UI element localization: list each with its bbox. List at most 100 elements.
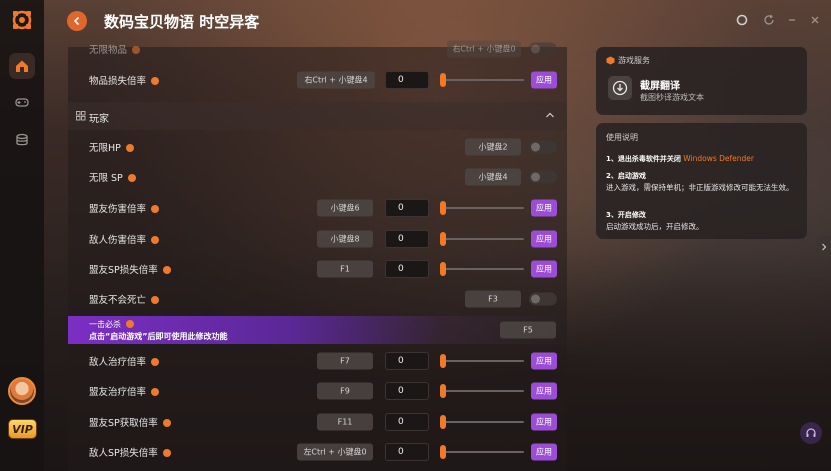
value-slider[interactable] xyxy=(440,445,524,459)
info-icon[interactable] xyxy=(151,235,160,244)
service-description: 截图秒译游戏文本 xyxy=(640,93,704,102)
data-nav-button[interactable] xyxy=(9,127,35,153)
chevron-right-icon xyxy=(821,243,826,251)
hotkey-badge: 小键盘6 xyxy=(317,199,373,217)
home-nav-button[interactable] xyxy=(9,53,35,79)
back-button[interactable] xyxy=(67,11,87,31)
value-slider[interactable] xyxy=(440,415,524,429)
value-slider[interactable] xyxy=(440,201,524,215)
service-name[interactable]: 截屏翻译 xyxy=(640,77,680,92)
instructions-header: 使用说明 xyxy=(606,133,638,142)
apply-button[interactable]: 应用 xyxy=(531,352,557,370)
close-icon xyxy=(811,16,819,24)
list-item: 盟友治疗倍率 F9 0 应用 xyxy=(68,376,567,406)
close-button[interactable] xyxy=(808,13,822,27)
refresh-button[interactable] xyxy=(762,13,776,27)
logo-icon[interactable] xyxy=(11,9,33,31)
arrow-left-icon xyxy=(73,16,80,26)
value-input[interactable]: 0 xyxy=(385,352,429,370)
info-icon[interactable] xyxy=(151,357,160,366)
list-item: 敌人SP损失倍率 左Ctrl + 小键盘0 0 应用 xyxy=(68,437,567,467)
option-label: 盟友SP损失倍率 xyxy=(89,265,158,276)
hotkey-badge: 右Ctrl + 小键盘4 xyxy=(297,71,375,89)
value-slider[interactable] xyxy=(440,232,524,246)
grid-icon xyxy=(76,111,86,121)
hotkey-badge: 左Ctrl + 小键盘0 xyxy=(297,443,373,461)
hotkey-badge: F5 xyxy=(500,321,556,339)
option-label: 盟友SP获取倍率 xyxy=(89,418,158,429)
list-item: 盟友SP获取倍率 F11 0 应用 xyxy=(68,407,567,437)
info-icon[interactable] xyxy=(151,295,160,304)
hotkey-badge: 小键盘2 xyxy=(465,138,521,156)
value-input[interactable]: 0 xyxy=(385,71,429,89)
option-label: 盟友治疗倍率 xyxy=(89,387,147,398)
hotkey-badge: F11 xyxy=(317,413,373,431)
option-label: 无限物品 xyxy=(89,45,128,56)
instruction-step-2: 2、启动游戏 进入游戏，需保持单机；非正版游戏修改可能无法生效。 xyxy=(606,172,794,192)
value-input[interactable]: 0 xyxy=(385,443,429,461)
settings-button[interactable] xyxy=(735,13,749,27)
chevron-up-icon[interactable] xyxy=(545,111,555,119)
apply-button[interactable]: 应用 xyxy=(531,71,557,89)
value-input[interactable]: 0 xyxy=(385,260,429,278)
vip-badge[interactable]: VIP xyxy=(8,419,37,439)
value-input[interactable]: 0 xyxy=(385,382,429,400)
info-icon[interactable] xyxy=(151,204,160,213)
hotkey-badge: F1 xyxy=(317,260,373,278)
apply-button[interactable]: 应用 xyxy=(531,230,557,248)
value-input[interactable]: 0 xyxy=(385,413,429,431)
info-icon[interactable] xyxy=(151,76,160,85)
apply-button[interactable]: 应用 xyxy=(531,260,557,278)
option-label: 无限HP xyxy=(89,143,121,154)
value-slider[interactable] xyxy=(440,354,524,368)
list-item: 盟友SP损失倍率 F1 0 应用 xyxy=(68,254,567,284)
games-nav-button[interactable] xyxy=(9,89,35,115)
list-item: 物品损失倍率 右Ctrl + 小键盘4 0 应用 xyxy=(68,65,567,95)
left-sidebar: VIP xyxy=(0,0,44,471)
info-icon[interactable] xyxy=(126,319,134,328)
apply-button[interactable]: 应用 xyxy=(531,443,557,461)
box-icon xyxy=(606,56,615,65)
service-header: 游戏服务 xyxy=(618,56,650,65)
option-label: 物品损失倍率 xyxy=(89,76,147,87)
option-label: 无限 SP xyxy=(89,173,123,184)
info-icon[interactable] xyxy=(132,45,141,54)
list-item: 无限HP 小键盘2 xyxy=(68,132,567,162)
info-icon[interactable] xyxy=(162,448,171,457)
info-icon[interactable] xyxy=(127,173,136,182)
toggle-switch[interactable] xyxy=(529,140,557,154)
option-label: 敌人伤害倍率 xyxy=(89,235,147,246)
apply-button[interactable]: 应用 xyxy=(531,382,557,400)
launch-required-note: 点击“启动游戏”后即可使用此修改功能 xyxy=(89,332,228,341)
value-slider[interactable] xyxy=(440,73,524,87)
info-icon[interactable] xyxy=(162,265,171,274)
avatar[interactable] xyxy=(8,377,36,405)
gamepad-icon xyxy=(15,98,29,107)
instruction-step-1: 1、退出杀毒软件并关闭 Windows Defender xyxy=(606,154,754,163)
toggle-switch[interactable] xyxy=(529,292,557,306)
apply-button[interactable]: 应用 xyxy=(531,199,557,217)
list-item: 无限物品 右Ctrl + 小键盘0 xyxy=(68,36,567,62)
instructions-card: 使用说明 1、退出杀毒软件并关闭 Windows Defender 2、启动游戏… xyxy=(596,123,807,239)
minimize-button[interactable] xyxy=(785,13,799,27)
section-header-player[interactable]: 玩家 xyxy=(68,102,567,130)
value-slider[interactable] xyxy=(440,384,524,398)
option-label: 一击必杀 xyxy=(89,320,121,329)
value-input[interactable]: 0 xyxy=(385,230,429,248)
support-button[interactable] xyxy=(800,422,822,444)
expand-panel-tab[interactable] xyxy=(816,236,831,258)
apply-button[interactable]: 应用 xyxy=(531,413,557,431)
screenshot-translate-button[interactable] xyxy=(608,76,632,100)
toggle-switch[interactable] xyxy=(529,170,557,184)
info-icon[interactable] xyxy=(125,143,134,152)
value-slider[interactable] xyxy=(440,262,524,276)
download-circle-icon xyxy=(612,80,628,96)
info-icon[interactable] xyxy=(151,387,160,396)
list-item: 无限 SP 小键盘4 xyxy=(68,162,567,192)
circle-icon xyxy=(736,14,748,26)
option-label: 盟友伤害倍率 xyxy=(89,204,147,215)
value-input[interactable]: 0 xyxy=(385,199,429,217)
headset-icon xyxy=(806,428,816,437)
toggle-switch[interactable] xyxy=(529,42,557,56)
info-icon[interactable] xyxy=(162,418,171,427)
